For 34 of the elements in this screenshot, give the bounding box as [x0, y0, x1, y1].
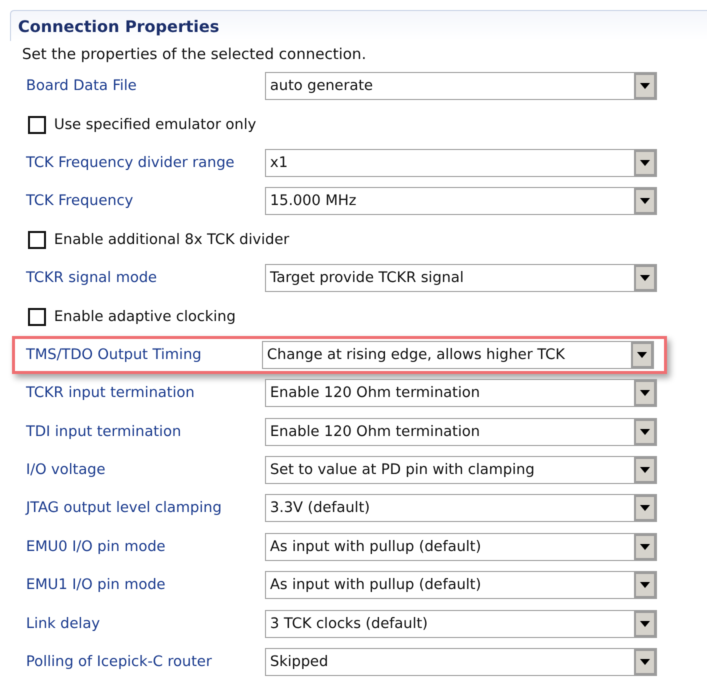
checkbox[interactable]	[28, 116, 46, 134]
dropdown[interactable]: auto generate	[265, 72, 657, 100]
checkbox[interactable]	[28, 230, 46, 249]
section-title: Connection Properties	[18, 16, 220, 36]
dropdown[interactable]: As input with pullup (default)	[265, 571, 657, 600]
dropdown[interactable]: Enable 120 Ohm termination	[265, 418, 657, 446]
field-label: EMU1 I/O pin mode	[26, 577, 166, 594]
dropdown[interactable]: As input with pullup (default)	[265, 532, 657, 561]
dropdown[interactable]: x1	[265, 148, 657, 177]
section-description: Set the properties of the selected connection.	[21, 44, 368, 65]
field-label: EMU0 I/O pin mode	[26, 538, 166, 555]
field-label: Board Data File	[26, 78, 138, 94]
field-label: TCK Frequency divider range	[26, 154, 236, 171]
dropdown[interactable]: Enable 120 Ohm termination	[265, 379, 657, 408]
checkbox-label: Enable additional 8x TCK divider	[54, 232, 290, 248]
field-label: I/O voltage	[26, 462, 106, 478]
field-label: TDI input termination	[26, 424, 182, 440]
checkbox[interactable]	[28, 308, 46, 326]
checkbox-label: Use specified emulator only	[54, 116, 256, 133]
dropdown[interactable]: Set to value at PD pin with clamping	[265, 456, 657, 484]
field-label: TCKR signal mode	[26, 270, 158, 286]
field-label: Polling of Icepick-C router	[26, 654, 213, 670]
dropdown[interactable]: Skipped	[265, 648, 657, 676]
dropdown[interactable]: 15.000 MHz	[265, 187, 657, 216]
dropdown[interactable]: 3.3V (default)	[265, 494, 657, 522]
dropdown[interactable]: Target provide TCKR signal	[265, 264, 657, 292]
checkbox-label: Enable adaptive clocking	[54, 308, 236, 325]
dropdown[interactable]: Change at rising edge, allows higher TCK	[262, 340, 654, 369]
dropdown[interactable]: 3 TCK clocks (default)	[265, 610, 657, 638]
field-label: TCK Frequency	[26, 193, 134, 210]
field-label: TMS/TDO Output Timing	[26, 346, 202, 363]
field-label: TCKR input termination	[26, 385, 196, 402]
field-label: Link delay	[26, 616, 101, 632]
field-label: JTAG output level clamping	[26, 500, 223, 516]
